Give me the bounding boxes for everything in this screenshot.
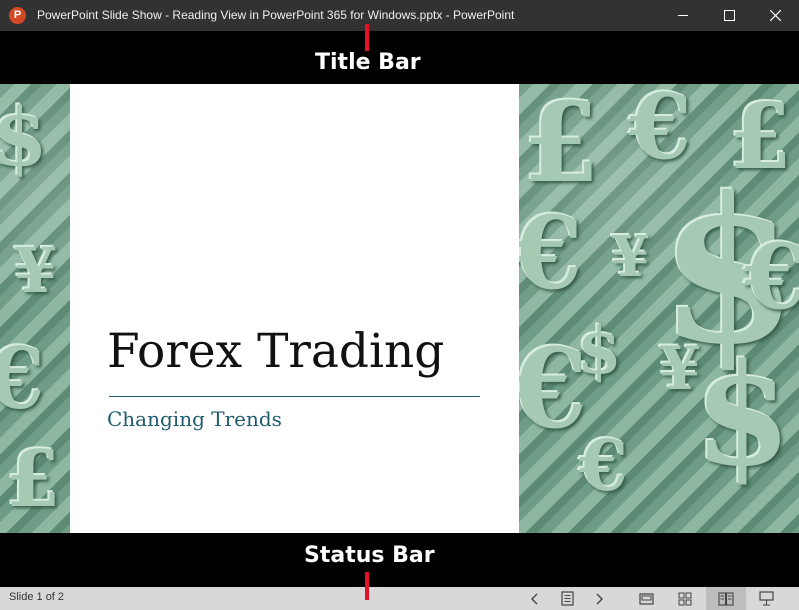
title-bar: P PowerPoint Slide Show - Reading View i… — [0, 0, 799, 31]
slide-show-button[interactable] — [754, 587, 778, 610]
slide-content: Forex Trading Changing Trends — [70, 84, 519, 533]
window-title: PowerPoint Slide Show - Reading View in … — [37, 8, 515, 22]
status-bar-annotation-label: Status Bar — [304, 543, 435, 568]
status-bar: Slide 1 of 2 — [0, 587, 799, 610]
slide-counter: Slide 1 of 2 — [9, 591, 65, 603]
dollar-symbol-graphic: $ — [577, 314, 622, 389]
euro-symbol-graphic: € — [744, 224, 799, 330]
normal-view-icon — [638, 592, 654, 605]
slide-menu-button[interactable] — [556, 587, 578, 610]
title-bar-annotation-line — [365, 24, 369, 51]
euro-symbol-graphic: € — [0, 329, 45, 428]
euro-symbol-graphic: € — [519, 194, 583, 312]
pound-symbol-graphic: £ — [523, 84, 600, 207]
title-divider — [109, 396, 480, 397]
euro-symbol-graphic: € — [579, 424, 628, 507]
slide-show-icon — [758, 591, 774, 606]
dollar-symbol-graphic: $ — [0, 90, 48, 184]
slide-sorter-icon — [678, 592, 692, 605]
slide-subtitle: Changing Trends — [107, 407, 282, 431]
maximize-icon — [723, 10, 735, 21]
menu-icon — [560, 591, 574, 606]
chevron-left-icon — [531, 593, 538, 604]
next-slide-button[interactable] — [588, 587, 610, 610]
dollar-symbol-graphic: $ — [694, 334, 792, 498]
yen-symbol-graphic: ¥ — [14, 234, 58, 307]
pound-symbol-graphic: £ — [6, 434, 61, 525]
slide-title: Forex Trading — [107, 324, 445, 379]
close-icon — [769, 10, 781, 21]
yen-symbol-graphic: ¥ — [611, 224, 650, 290]
minimize-icon — [677, 15, 688, 16]
chevron-right-icon — [596, 593, 603, 604]
normal-view-button[interactable] — [634, 587, 658, 610]
slide-area[interactable]: $ ¥ € £ Forex Trading Changing Trends £ … — [0, 84, 799, 533]
currency-background-right: £ € £ € ¥ $ € € $ ¥ $ € — [519, 84, 799, 533]
slide-sorter-button[interactable] — [673, 587, 697, 610]
previous-slide-button[interactable] — [524, 587, 546, 610]
close-button[interactable] — [752, 0, 798, 31]
currency-background-left: $ ¥ € £ — [0, 84, 70, 533]
maximize-button[interactable] — [706, 0, 752, 31]
minimize-button[interactable] — [660, 0, 706, 31]
title-bar-annotation-label: Title Bar — [315, 50, 421, 75]
reading-view-icon — [718, 591, 734, 606]
status-bar-annotation-line — [365, 572, 369, 600]
powerpoint-icon: P — [9, 7, 26, 24]
reading-view-button[interactable] — [706, 587, 746, 610]
